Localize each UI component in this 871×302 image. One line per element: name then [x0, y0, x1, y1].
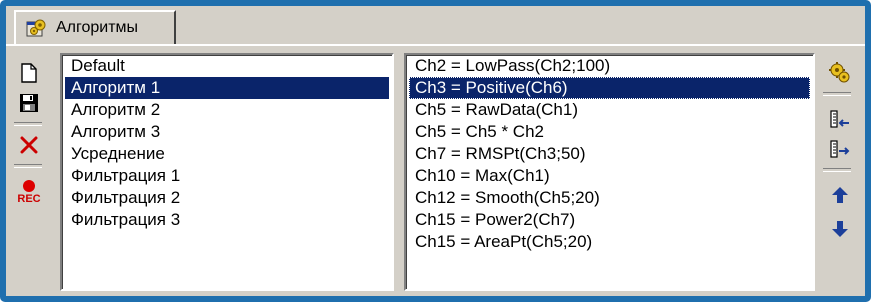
new-document-icon — [21, 63, 37, 83]
move-up-button[interactable] — [825, 180, 855, 210]
list-item[interactable]: Усреднение — [65, 143, 389, 165]
right-toolbar — [823, 58, 861, 244]
list-item[interactable]: Ch5 = Ch5 * Ch2 — [409, 121, 810, 143]
delete-x-icon — [20, 136, 38, 154]
delete-button[interactable] — [14, 130, 44, 160]
list-item[interactable]: Алгоритм 2 — [65, 99, 389, 121]
list-item[interactable]: Ch10 = Max(Ch1) — [409, 165, 810, 187]
toolbar-separator — [14, 164, 42, 168]
save-icon — [20, 94, 38, 112]
save-button[interactable] — [14, 88, 44, 118]
algorithms-panel: Алгоритмы REC Default Алгоритм 1 Алгорит… — [6, 6, 865, 296]
gears-icon — [26, 19, 46, 37]
algorithms-list-rows: Default Алгоритм 1 Алгоритм 2 Алгоритм 3 Уср… — [62, 55, 392, 231]
list-item[interactable]: Default — [65, 55, 389, 77]
formulas-list[interactable]: Ch2 = LowPass(Ch2;100) Ch3 = Positive(Ch6… — [404, 53, 815, 291]
tab-strip-divider — [6, 44, 865, 46]
move-down-button[interactable] — [825, 214, 855, 244]
record-button[interactable]: REC — [14, 172, 44, 212]
arrow-down-icon — [832, 221, 848, 237]
list-item[interactable]: Ch7 = RMSPt(Ch3;50) — [409, 143, 810, 165]
record-label: REC — [17, 193, 41, 205]
tab-algorithms[interactable]: Алгоритмы — [14, 10, 176, 44]
new-button[interactable] — [14, 58, 44, 88]
list-item[interactable]: Ch12 = Smooth(Ch5;20) — [409, 187, 810, 209]
list-item[interactable]: Фильтрация 1 — [65, 165, 389, 187]
toolbar-separator — [823, 92, 851, 96]
record-icon — [23, 180, 35, 192]
run-button[interactable] — [825, 58, 855, 88]
left-toolbar: REC — [14, 58, 52, 212]
tab-label: Алгоритмы — [56, 19, 139, 36]
list-item[interactable]: Ch15 = Power2(Ch7) — [409, 209, 810, 231]
list-item[interactable]: Ch5 = RawData(Ch1) — [409, 99, 810, 121]
list-item[interactable]: Алгоритм 3 — [65, 121, 389, 143]
insert-right-button[interactable] — [825, 134, 855, 164]
arrow-up-icon — [832, 187, 848, 203]
list-item[interactable]: Ch3 = Positive(Ch6) — [409, 77, 810, 99]
list-item[interactable]: Фильтрация 2 — [65, 187, 389, 209]
gear-run-icon — [829, 62, 850, 83]
insert-left-button[interactable] — [825, 104, 855, 134]
list-item[interactable]: Ch2 = LowPass(Ch2;100) — [409, 55, 810, 77]
window-frame: Алгоритмы REC Default Алгоритм 1 Алгорит… — [0, 0, 871, 302]
insert-left-icon — [830, 110, 849, 128]
list-item[interactable]: Фильтрация 3 — [65, 209, 389, 231]
algorithms-list[interactable]: Default Алгоритм 1 Алгоритм 2 Алгоритм 3 Уср… — [60, 53, 394, 291]
formulas-list-rows: Ch2 = LowPass(Ch2;100) Ch3 = Positive(Ch6… — [406, 55, 813, 253]
list-item[interactable]: Алгоритм 1 — [65, 77, 389, 99]
toolbar-separator — [14, 122, 42, 126]
toolbar-separator — [823, 168, 851, 172]
list-item[interactable]: Ch15 = AreaPt(Ch5;20) — [409, 231, 810, 253]
insert-right-icon — [830, 140, 850, 158]
